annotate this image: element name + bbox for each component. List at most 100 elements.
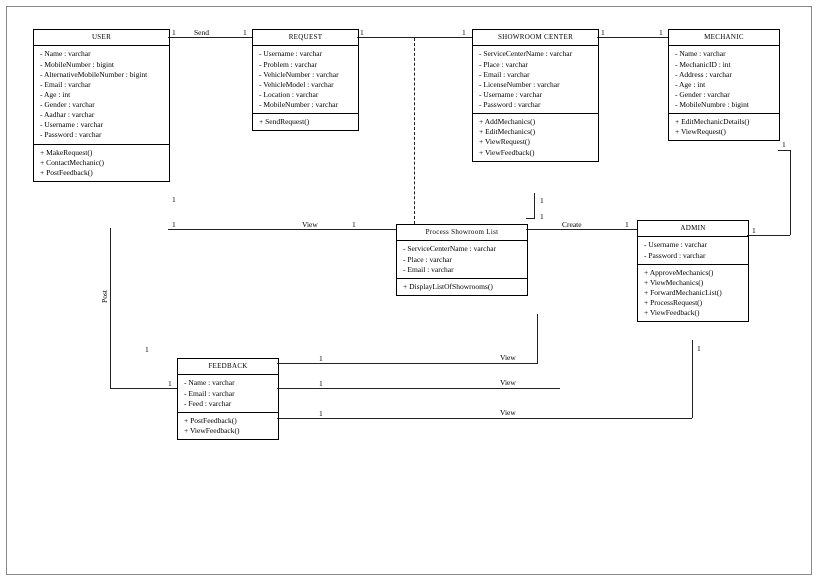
class-showroom-ops: + AddMechanics() + EditMechanics() + Vie… [473,114,598,161]
class-admin-ops: + ApproveMechanics() + ViewMechanics() +… [638,265,748,322]
class-mechanic-attrs: - Name : varchar - MechanicID : int - Ad… [669,46,779,114]
class-mechanic-title: MECHANIC [669,30,779,46]
attr: - Gender : varchar [675,90,773,100]
attr: - Gender : varchar [40,100,163,110]
label-create: Create [562,220,582,229]
op: + PostFeedback() [40,168,163,178]
mult: 1 [352,220,356,229]
class-admin: ADMIN - Username : varchar - Password : … [637,220,749,322]
class-feedback-ops: + PostFeedback() + ViewFeedback() [178,413,278,439]
mult: 1 [360,28,364,37]
mult: 1 [659,28,663,37]
class-psl-title: Process Showroom List [397,225,527,241]
attr: - Aadhar : varchar [40,110,163,120]
label-send: Send [194,28,209,37]
class-feedback-attrs: - Name : varchar - Email : varchar - Fee… [178,375,278,412]
label-view: View [500,408,516,417]
class-process-showroom-list: Process Showroom List - ServiceCenterNam… [396,224,528,296]
class-showroom-title: SHOWROOM CENTER [473,30,598,46]
attr: - Email : varchar [184,389,272,399]
assoc-feedback-admin-h [277,418,692,419]
mult: 1 [172,28,176,37]
mult: 1 [172,220,176,229]
attr: - Location : varchar [259,90,352,100]
class-showroom: SHOWROOM CENTER - ServiceCenterName : va… [472,29,599,162]
mult: 1 [319,379,323,388]
mult: 1 [168,379,172,388]
assoc-showroom-mechanic [597,37,668,38]
class-feedback: FEEDBACK - Name : varchar - Email : varc… [177,358,279,440]
op: + ViewRequest() [479,137,592,147]
assoc-mechanic-admin-v [790,150,791,235]
attr: - Feed : varchar [184,399,272,409]
label-view: View [500,353,516,362]
assoc-user-psl [168,229,396,230]
op: + EditMechanicDetails() [675,117,773,127]
op: + ViewRequest() [675,127,773,137]
assoc-user-feedback-h [110,388,177,389]
mult: 1 [243,28,247,37]
class-feedback-title: FEEDBACK [178,359,278,375]
op: + ViewFeedback() [644,308,742,318]
attr: - Username : varchar [259,49,352,59]
op: + MakeRequest() [40,148,163,158]
class-admin-attrs: - Username : varchar - Password : varcha… [638,237,748,264]
class-request: REQUEST - Username : varchar - Problem :… [252,29,359,131]
attr: - Username : varchar [40,120,163,130]
class-admin-title: ADMIN [638,221,748,237]
attr: - MobileNumber : bigint [40,60,163,70]
op: + ViewFeedback() [479,148,592,158]
mult: 1 [462,28,466,37]
op: + SendRequest() [259,117,352,127]
op: + ForwardMechanicList() [644,288,742,298]
op: + ApproveMechanics() [644,268,742,278]
attr: - AlternativeMobileNumber : bigint [40,70,163,80]
attr: - ServiceCenterName : varchar [403,244,521,254]
dependency-request-psl [414,38,415,224]
attr: - Name : varchar [40,49,163,59]
label-post: Post [100,290,109,303]
op: + DisplayListOfShowrooms() [403,282,521,292]
class-request-title: REQUEST [253,30,358,46]
attr: - Password : varchar [40,130,163,140]
attr: - LicenseNumber : varchar [479,80,592,90]
mult: 1 [319,409,323,418]
attr: - Place : varchar [403,255,521,265]
op: + ContactMechanic() [40,158,163,168]
attr: - Email : varchar [403,265,521,275]
op: + ViewMechanics() [644,278,742,288]
attr: - VehicleModel : varchar [259,80,352,90]
attr: - Address : varchar [675,70,773,80]
mult: 1 [145,345,149,354]
class-request-ops: + SendRequest() [253,114,358,130]
mult: 1 [697,344,701,353]
assoc-feedback-showroom-h [277,363,537,364]
class-psl-attrs: - ServiceCenterName : varchar - Place : … [397,241,527,278]
mult: 1 [752,226,756,235]
assoc-feedback-mechanic-h [277,388,560,389]
assoc-psl-admin [526,229,637,230]
class-psl-ops: + DisplayListOfShowrooms() [397,279,527,295]
class-user: USER - Name : varchar - MobileNumber : b… [33,29,170,182]
assoc-mechanic-admin-h1 [778,150,790,151]
class-user-ops: + MakeRequest() + ContactMechanic() + Po… [34,145,169,181]
class-mechanic-ops: + EditMechanicDetails() + ViewRequest() [669,114,779,140]
class-user-title: USER [34,30,169,46]
mult: 1 [625,220,629,229]
label-view: View [500,378,516,387]
mult: 1 [172,195,176,204]
attr: - MechanicID : int [675,60,773,70]
mult: 1 [540,196,544,205]
assoc-user-feedback-v [110,228,111,388]
attr: - Email : varchar [479,70,592,80]
attr: - Password : varchar [644,251,742,261]
assoc-user-request [168,37,252,38]
assoc-showroom-psl-v [534,193,535,218]
assoc-feedback-admin-v [692,340,693,418]
attr: - Username : varchar [644,240,742,250]
assoc-showroom-psl-h [526,218,535,219]
label-view: View [302,220,318,229]
op: + ViewFeedback() [184,426,272,436]
op: + EditMechanics() [479,127,592,137]
attr: - Name : varchar [184,378,272,388]
